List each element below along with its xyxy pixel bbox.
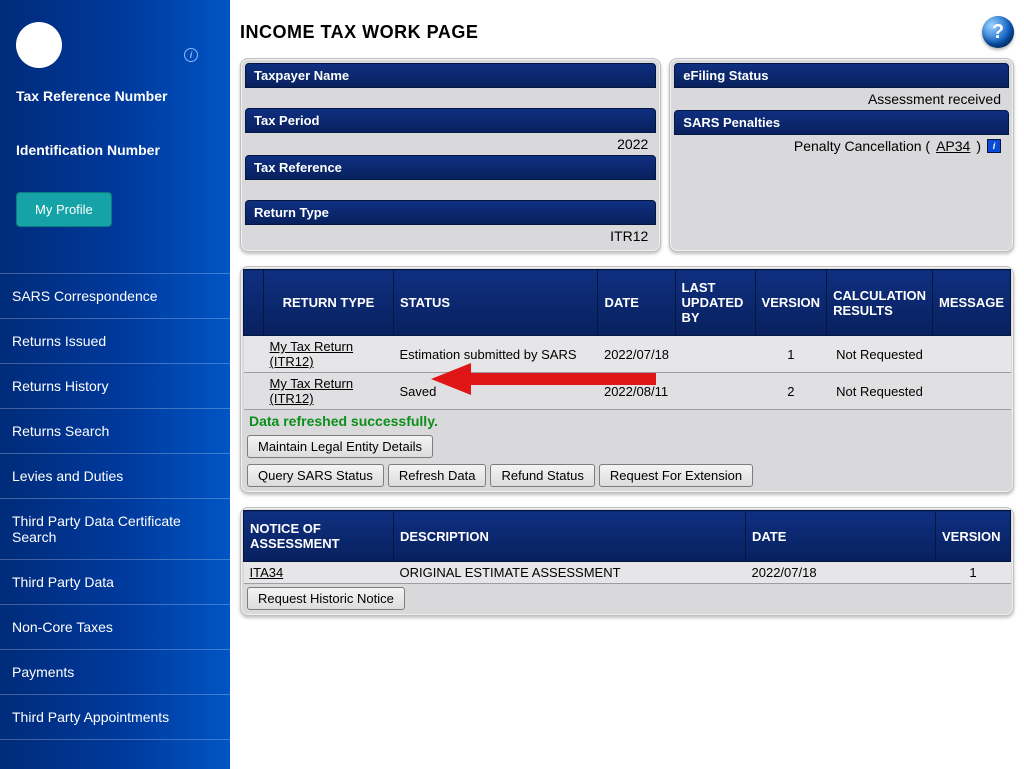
data-refresh-status: Data refreshed successfully. bbox=[243, 410, 1011, 432]
info-icon[interactable]: i bbox=[184, 48, 198, 62]
sidebar-nav: SARS Correspondence Returns Issued Retur… bbox=[0, 273, 230, 740]
penalty-text: Penalty Cancellation ( bbox=[794, 138, 930, 154]
col-message: MESSAGE bbox=[932, 270, 1010, 336]
ita34-link[interactable]: ITA34 bbox=[250, 565, 284, 580]
col-last-updated-by: LAST UPDATED BY bbox=[675, 270, 755, 336]
col-noa: NOTICE OF ASSESSMENT bbox=[244, 511, 394, 562]
penalty-after: ) bbox=[976, 138, 981, 154]
sidebar-header: i Tax Reference Number Identification Nu… bbox=[0, 0, 230, 243]
maintain-legal-entity-button[interactable]: Maintain Legal Entity Details bbox=[247, 435, 433, 458]
tax-period-header: Tax Period bbox=[245, 108, 656, 133]
col-calc-results: CALCULATION RESULTS bbox=[827, 270, 933, 336]
status-cell: Saved bbox=[394, 373, 598, 410]
return-link[interactable]: My Tax Return (ITR12) bbox=[270, 339, 354, 369]
taxpayer-panel: Taxpayer Name Tax Period 2022 Tax Refere… bbox=[240, 58, 661, 252]
calc-cell: Not Requested bbox=[827, 373, 933, 410]
nav-returns-search[interactable]: Returns Search bbox=[0, 409, 230, 454]
lub-cell bbox=[675, 336, 755, 373]
nav-third-party-cert-search[interactable]: Third Party Data Certificate Search bbox=[0, 499, 230, 560]
request-historic-notice-button[interactable]: Request Historic Notice bbox=[247, 587, 405, 610]
query-sars-status-button[interactable]: Query SARS Status bbox=[247, 464, 384, 487]
efiling-status-value: Assessment received bbox=[674, 88, 1009, 110]
nav-third-party-appointments[interactable]: Third Party Appointments bbox=[0, 695, 230, 740]
main-area: INCOME TAX WORK PAGE ? Taxpayer Name Tax… bbox=[230, 0, 1024, 769]
date-cell: 2022/08/11 bbox=[598, 373, 675, 410]
lub-cell bbox=[675, 373, 755, 410]
noa-version-cell: 1 bbox=[936, 562, 1011, 584]
date-cell: 2022/07/18 bbox=[598, 336, 675, 373]
calc-cell: Not Requested bbox=[827, 336, 933, 373]
returns-table: RETURN TYPE STATUS DATE LAST UPDATED BY … bbox=[243, 269, 1011, 410]
avatar bbox=[16, 22, 62, 68]
col-date: DATE bbox=[598, 270, 675, 336]
nav-levies-duties[interactable]: Levies and Duties bbox=[0, 454, 230, 499]
tax-period-value: 2022 bbox=[245, 133, 656, 155]
col-version: VERSION bbox=[755, 270, 827, 336]
my-profile-button[interactable]: My Profile bbox=[16, 192, 112, 227]
nav-returns-issued[interactable]: Returns Issued bbox=[0, 319, 230, 364]
col-blank bbox=[244, 270, 264, 336]
table-row: My Tax Return (ITR12) Saved 2022/08/11 2… bbox=[244, 373, 1011, 410]
col-noa-date: DATE bbox=[746, 511, 936, 562]
efiling-status-header: eFiling Status bbox=[674, 63, 1009, 88]
nav-third-party-data[interactable]: Third Party Data bbox=[0, 560, 230, 605]
penalty-ap34-link[interactable]: AP34 bbox=[936, 138, 970, 154]
page-title-row: INCOME TAX WORK PAGE ? bbox=[240, 16, 1014, 48]
tax-ref-label: Tax Reference Number bbox=[16, 88, 214, 104]
noa-date-cell: 2022/07/18 bbox=[746, 562, 936, 584]
sidebar: i Tax Reference Number Identification Nu… bbox=[0, 0, 230, 769]
refresh-data-button[interactable]: Refresh Data bbox=[388, 464, 487, 487]
page-title: INCOME TAX WORK PAGE bbox=[240, 22, 478, 43]
id-number-label: Identification Number bbox=[16, 142, 214, 158]
taxpayer-name-value bbox=[245, 88, 656, 108]
efiling-panel: eFiling Status Assessment received SARS … bbox=[669, 58, 1014, 252]
col-status: STATUS bbox=[394, 270, 598, 336]
col-desc: DESCRIPTION bbox=[394, 511, 746, 562]
table-row: My Tax Return (ITR12) Estimation submitt… bbox=[244, 336, 1011, 373]
nav-payments[interactable]: Payments bbox=[0, 650, 230, 695]
nav-sars-correspondence[interactable]: SARS Correspondence bbox=[0, 273, 230, 319]
help-icon[interactable]: ? bbox=[982, 16, 1014, 48]
sars-penalties-header: SARS Penalties bbox=[674, 110, 1009, 135]
msg-cell bbox=[932, 336, 1010, 373]
noa-panel: NOTICE OF ASSESSMENT DESCRIPTION DATE VE… bbox=[240, 507, 1014, 616]
status-cell: Estimation submitted by SARS bbox=[394, 336, 598, 373]
table-row: ITA34 ORIGINAL ESTIMATE ASSESSMENT 2022/… bbox=[244, 562, 1011, 584]
msg-cell bbox=[932, 373, 1010, 410]
nav-returns-history[interactable]: Returns History bbox=[0, 364, 230, 409]
sars-penalty-value: Penalty Cancellation ( AP34 ) i bbox=[674, 135, 1009, 157]
version-cell: 2 bbox=[755, 373, 827, 410]
return-type-header: Return Type bbox=[245, 200, 656, 225]
noa-desc-cell: ORIGINAL ESTIMATE ASSESSMENT bbox=[394, 562, 746, 584]
noa-table: NOTICE OF ASSESSMENT DESCRIPTION DATE VE… bbox=[243, 510, 1011, 584]
return-type-value: ITR12 bbox=[245, 225, 656, 247]
taxpayer-name-header: Taxpayer Name bbox=[245, 63, 656, 88]
col-noa-version: VERSION bbox=[936, 511, 1011, 562]
info-panels: Taxpayer Name Tax Period 2022 Tax Refere… bbox=[240, 58, 1014, 252]
return-link[interactable]: My Tax Return (ITR12) bbox=[270, 376, 354, 406]
refund-status-button[interactable]: Refund Status bbox=[490, 464, 594, 487]
request-extension-button[interactable]: Request For Extension bbox=[599, 464, 753, 487]
tax-ref-header: Tax Reference bbox=[245, 155, 656, 180]
returns-panel: RETURN TYPE STATUS DATE LAST UPDATED BY … bbox=[240, 266, 1014, 493]
info-box-icon[interactable]: i bbox=[987, 139, 1001, 153]
version-cell: 1 bbox=[755, 336, 827, 373]
nav-non-core-taxes[interactable]: Non-Core Taxes bbox=[0, 605, 230, 650]
tax-ref-value bbox=[245, 180, 656, 200]
col-return-type: RETURN TYPE bbox=[264, 270, 394, 336]
